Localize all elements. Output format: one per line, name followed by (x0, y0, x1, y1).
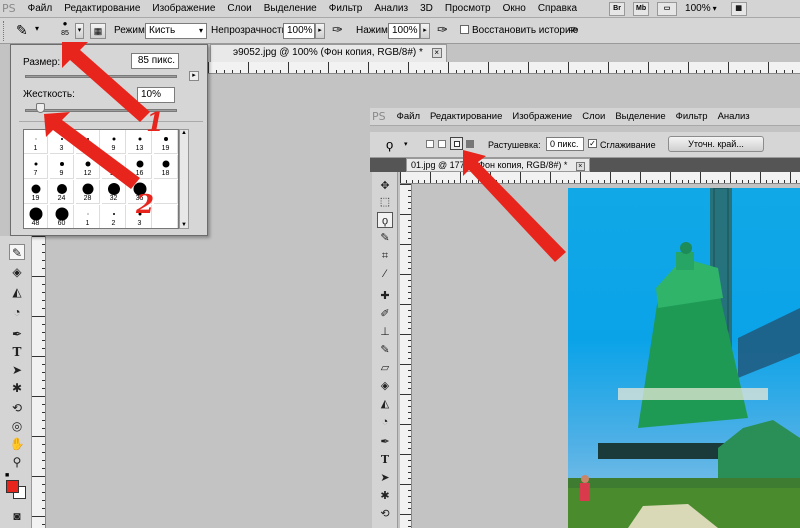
arrow-1 (62, 42, 150, 122)
annotation-label-1: 1 (146, 108, 165, 138)
arrow-2 (44, 112, 140, 189)
foreground-color-swatch[interactable] (6, 480, 19, 493)
annotation-label-2: 2 (136, 190, 155, 220)
annotation-overlay (44, 42, 566, 262)
arrow-3 (463, 150, 566, 262)
annotation-arrows (44, 42, 566, 262)
